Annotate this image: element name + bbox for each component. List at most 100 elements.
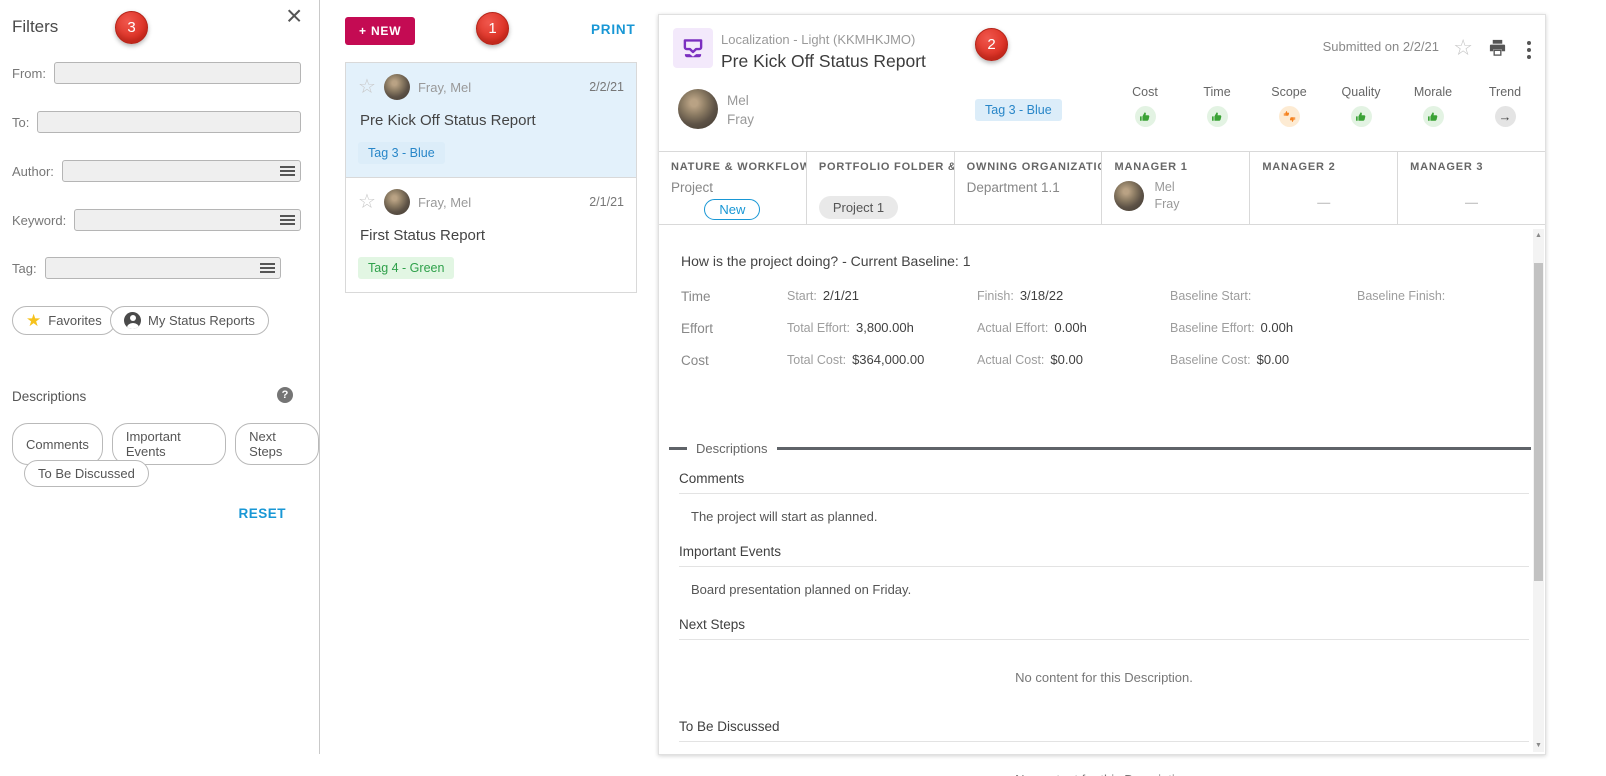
print-icon[interactable]	[1488, 38, 1507, 62]
report-tag: Tag 4 - Green	[358, 257, 454, 279]
manager3-column: MANAGER 3 —	[1397, 152, 1545, 224]
project-name-label: Localization - Light (KKMHKJMO)	[721, 32, 915, 47]
section-title: To Be Discussed	[679, 711, 1529, 742]
comments-chip-label: Comments	[26, 437, 89, 452]
star-icon[interactable]: ☆	[358, 77, 376, 97]
star-icon[interactable]: ☆	[358, 192, 376, 212]
metric-label: Total Effort:	[787, 321, 850, 335]
indicator-time: Time	[1181, 85, 1253, 127]
keyword-menu-icon[interactable]	[280, 215, 295, 225]
detail-scrollbar[interactable]: ▲ ▼	[1533, 229, 1544, 752]
metric-label: Start:	[787, 289, 817, 303]
print-link[interactable]: PRINT	[591, 22, 636, 37]
author-menu-icon[interactable]	[280, 166, 295, 176]
scroll-down-icon[interactable]: ▼	[1533, 742, 1544, 749]
avatar	[384, 189, 410, 215]
report-tag: Tag 3 - Blue	[358, 142, 445, 164]
from-label: From:	[12, 66, 46, 81]
report-list: ☆ Fray, Mel 2/2/21 Pre Kick Off Status R…	[345, 62, 637, 293]
report-title: First Status Report	[360, 227, 624, 244]
metric-cell: Baseline Finish:	[1357, 287, 1451, 305]
metric-cell: Start:2/1/21	[787, 287, 977, 305]
reset-link[interactable]: RESET	[238, 506, 286, 521]
scrollbar-thumb[interactable]	[1534, 263, 1543, 581]
avatar	[384, 74, 410, 100]
tag-menu-icon[interactable]	[260, 263, 275, 273]
close-icon[interactable]: ×	[286, 2, 302, 30]
workflow-state-pill[interactable]: New	[704, 199, 760, 220]
my-status-reports-chip[interactable]: My Status Reports	[110, 306, 269, 335]
column-header: NATURE & WORKFLOW	[671, 161, 794, 173]
metric-label: Total Cost:	[787, 353, 846, 367]
author-input-wrap	[62, 160, 301, 182]
tag-input[interactable]	[45, 257, 281, 279]
keyword-label: Keyword:	[12, 213, 66, 228]
filters-panel: Filters × From: To: Author: Keyword:	[0, 0, 320, 754]
next-steps-chip[interactable]: Next Steps	[235, 423, 319, 465]
metric-row-label: Effort	[681, 321, 787, 336]
indicator-label: Quality	[1325, 85, 1397, 99]
metric-label: Baseline Start:	[1170, 289, 1251, 303]
metric-value: $0.00	[1257, 352, 1290, 367]
important-events-chip[interactable]: Important Events	[112, 423, 226, 465]
portfolio-pill[interactable]: Project 1	[819, 196, 898, 219]
author-label: Author:	[12, 164, 54, 179]
nature-value: Project	[671, 180, 794, 195]
metric-value: 3/18/22	[1020, 288, 1063, 303]
metric-value: 3,800.00h	[856, 320, 914, 335]
metric-cell: Baseline Cost:$0.00	[1170, 351, 1357, 369]
report-card-pre-kick-off[interactable]: ☆ Fray, Mel 2/2/21 Pre Kick Off Status R…	[346, 63, 636, 177]
section-content: The project will start as planned.	[679, 494, 1529, 536]
column-header: OWNING ORGANIZATION	[967, 161, 1090, 173]
section-title: Comments	[679, 463, 1529, 494]
metrics-grid: Time Start:2/1/21 Finish: 3/18/22 Baselin…	[681, 287, 1451, 369]
to-input[interactable]	[37, 111, 301, 133]
to-be-discussed-section: To Be Discussed No content for this Desc…	[679, 711, 1529, 776]
scroll-up-icon[interactable]: ▲	[1533, 232, 1544, 239]
indicator-quality: Quality	[1325, 85, 1397, 127]
mixed-thumbs-icon	[1279, 106, 1300, 127]
submitted-label: Submitted on 2/2/21	[1323, 39, 1439, 54]
status-reports-page: Filters × From: To: Author: Keyword:	[0, 0, 1606, 776]
metric-cell	[1357, 351, 1451, 369]
manager3-empty-value: —	[1410, 195, 1533, 210]
author-input[interactable]	[62, 160, 301, 182]
annotation-marker-1: 1	[476, 12, 509, 45]
favorites-filter-chip[interactable]: ★ Favorites	[12, 306, 116, 335]
indicator-scope: Scope	[1253, 85, 1325, 127]
indicator-morale: Morale	[1397, 85, 1469, 127]
report-card-first-status[interactable]: ☆ Fray, Mel 2/1/21 First Status Report T…	[346, 177, 636, 292]
metric-label: Finish:	[977, 289, 1014, 303]
important-events-section: Important Events Board presentation plan…	[679, 536, 1529, 609]
metric-cell: Total Cost:$364,000.00	[787, 351, 977, 369]
indicator-cost: Cost	[1109, 85, 1181, 127]
column-header: MANAGER 3	[1410, 161, 1533, 173]
thumbs-up-icon	[1135, 106, 1156, 127]
thumbs-up-icon	[1207, 106, 1228, 127]
metric-label: Baseline Finish:	[1357, 289, 1445, 303]
manager1-person: Mel Fray	[1114, 179, 1237, 213]
info-columns-row: NATURE & WORKFLOW Project New PORTFOLIO …	[659, 151, 1545, 225]
to-be-discussed-chip[interactable]: To Be Discussed	[24, 460, 149, 487]
thumbs-up-icon	[1351, 106, 1372, 127]
more-options-icon[interactable]	[1525, 39, 1533, 61]
from-input[interactable]	[54, 62, 301, 84]
detail-title: Pre Kick Off Status Report	[721, 51, 926, 72]
indicator-label: Scope	[1253, 85, 1325, 99]
next-steps-section: Next Steps No content for this Descripti…	[679, 609, 1529, 711]
keyword-input[interactable]	[74, 209, 301, 231]
metric-row-label: Time	[681, 289, 787, 304]
status-report-detail: Localization - Light (KKMHKJMO) Pre Kick…	[658, 14, 1546, 755]
section-content: Board presentation planned on Friday.	[679, 567, 1529, 609]
report-date: 2/1/21	[589, 195, 624, 209]
star-icon[interactable]: ☆	[1453, 35, 1473, 61]
new-button[interactable]: + NEW	[345, 17, 415, 45]
metric-cell: Actual Effort:0.00h	[977, 319, 1170, 337]
comments-chip[interactable]: Comments	[12, 423, 103, 465]
help-icon[interactable]: ?	[277, 387, 293, 403]
important-events-chip-label: Important Events	[126, 429, 212, 459]
filter-row-tag: Tag:	[12, 257, 281, 279]
section-empty-content: No content for this Description.	[679, 640, 1529, 711]
next-steps-chip-label: Next Steps	[249, 429, 305, 459]
comments-section: Comments The project will start as plann…	[679, 463, 1529, 536]
